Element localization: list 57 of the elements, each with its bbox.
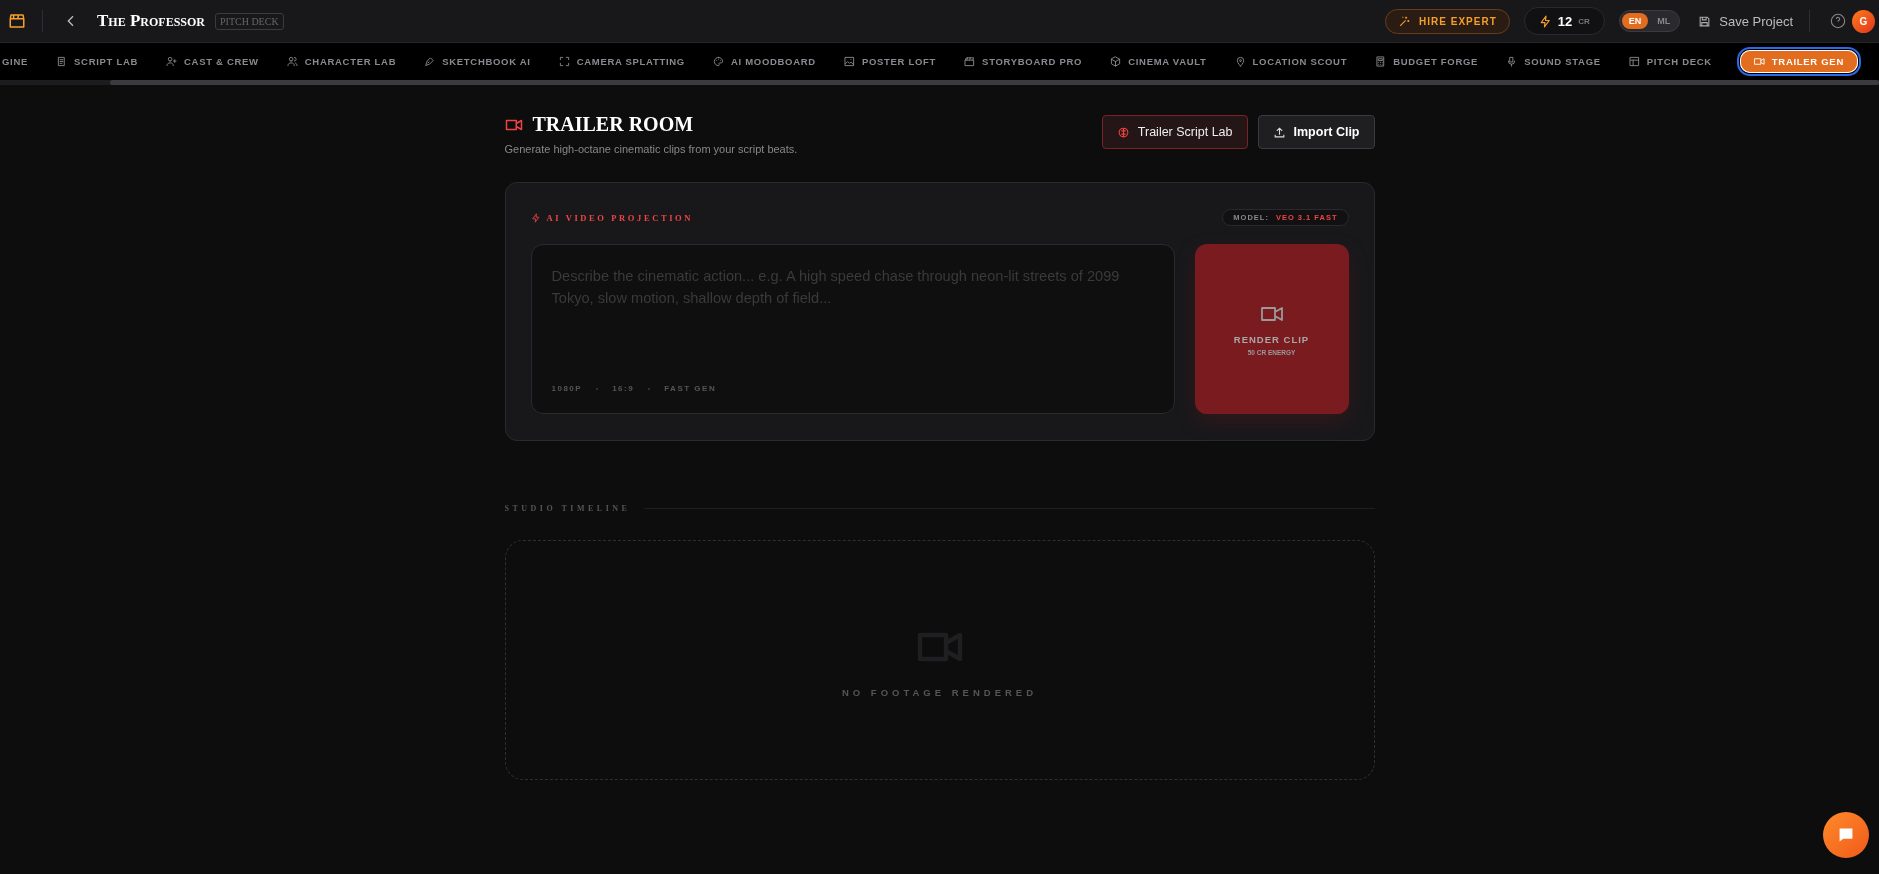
microphone-icon <box>1506 56 1518 67</box>
credits-amount: 12 <box>1557 13 1573 29</box>
empty-message: NO FOOTAGE RENDERED <box>841 686 1038 698</box>
trailer-script-lab-button[interactable]: Trailer Script Lab <box>1101 115 1248 149</box>
cube-icon <box>1110 56 1122 67</box>
user-avatar[interactable]: G <box>1852 9 1875 33</box>
lightning-icon <box>1538 14 1552 28</box>
section-title: STUDIO TIMELINE <box>504 504 631 513</box>
spec-label: 1080P <box>551 384 583 393</box>
clapper-icon <box>964 56 976 67</box>
save-project-button[interactable]: Save Project <box>1698 13 1793 29</box>
nav-tab[interactable]: POSTER LOFT <box>843 56 937 67</box>
hire-expert-button[interactable]: HIRE EXPERT <box>1385 8 1510 34</box>
section-title: AI VIDEO PROJECTION <box>546 212 694 223</box>
nav-tab[interactable]: CHARACTER LAB <box>286 56 397 67</box>
scrollbar-thumb[interactable] <box>110 80 1879 85</box>
clapperboard-icon[interactable] <box>8 12 26 30</box>
pin-icon <box>1234 56 1246 67</box>
user-plus-icon <box>166 56 178 67</box>
palette-icon <box>712 56 724 67</box>
credits-unit: CR <box>1578 16 1590 26</box>
nav-tab[interactable]: STORYBOARD PRO <box>964 56 1083 67</box>
video-camera-icon <box>1753 56 1765 67</box>
upload-icon <box>1272 125 1286 139</box>
language-option[interactable]: EN <box>1621 13 1649 29</box>
nav-tab[interactable]: PITCH DECK <box>1628 56 1712 67</box>
frame-icon <box>558 56 570 67</box>
language-option[interactable]: ML <box>1650 13 1678 29</box>
nav-tab[interactable]: CINEMA VAULT <box>1110 56 1207 67</box>
nav-tab[interactable]: SOUND STAGE <box>1506 56 1601 67</box>
nav-tab[interactable]: CAMERA SPLATTING <box>558 56 685 67</box>
spec-label: 16:9 <box>612 384 635 393</box>
nav-tab[interactable]: AI MOODBOARD <box>712 56 816 67</box>
project-title: The Professor <box>97 11 205 31</box>
nav-tab[interactable]: BUDGET FORGE <box>1375 56 1479 67</box>
nav-tab[interactable]: LOCATION SCOUT <box>1234 56 1348 67</box>
help-icon[interactable] <box>1830 13 1846 29</box>
users-icon <box>286 56 298 67</box>
page-title: TRAILER ROOM <box>532 113 694 136</box>
lightning-icon <box>530 212 541 223</box>
nav-tab[interactable]: GINE <box>2 56 29 67</box>
spec-label: FAST GEN <box>664 384 717 393</box>
nav-tab[interactable]: SCRIPT LAB <box>56 56 139 67</box>
calculator-icon <box>1375 56 1387 67</box>
nav-tab[interactable]: SKETCHBOOK AI <box>424 56 531 67</box>
layout-icon <box>1628 56 1640 67</box>
script-icon <box>56 56 68 67</box>
sparkle-wand-icon <box>1398 14 1412 28</box>
nav-tab[interactable]: CAST & CREW <box>166 56 259 67</box>
chat-button[interactable] <box>1823 812 1869 858</box>
pen-icon <box>424 56 436 67</box>
project-type-tag: PITCH DECK <box>215 12 284 30</box>
save-icon <box>1698 14 1712 28</box>
import-clip-button[interactable]: Import Clip <box>1257 115 1375 149</box>
image-icon <box>843 56 855 67</box>
nav-tab[interactable]: TRAILER GEN <box>1739 50 1858 73</box>
page-subtitle: Generate high-octane cinematic clips from your script beats. <box>504 143 798 155</box>
